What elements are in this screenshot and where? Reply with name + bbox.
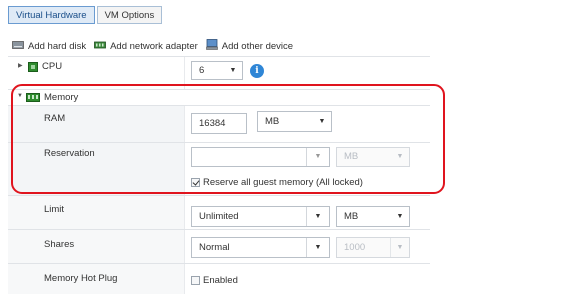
ram-label: RAM — [44, 113, 66, 124]
shares-amount-input[interactable]: 1000 ▼ — [336, 237, 410, 258]
add-hard-disk-button[interactable]: Add hard disk — [12, 40, 86, 53]
reservation-input[interactable]: ▼ — [191, 147, 330, 167]
add-network-adapter-button[interactable]: Add network adapter — [94, 40, 198, 53]
ram-unit-value: MB — [265, 116, 280, 127]
expand-triangle-down-icon[interactable]: ▼ — [17, 93, 23, 99]
reservation-unit-select[interactable]: MB ▼ — [336, 147, 410, 167]
add-hard-disk-label: Add hard disk — [28, 40, 87, 52]
chevron-down-icon: ▼ — [318, 118, 326, 125]
cpu-count-value: 6 — [199, 65, 205, 76]
tab-virtual-hardware[interactable]: Virtual Hardware — [8, 6, 95, 24]
reservation-value-cell: ▼ MB ▼ Reserve all guest memory (All loc… — [184, 143, 431, 195]
memory-hot-plug-row: Memory Hot Plug Enabled — [8, 263, 431, 294]
hot-plug-enabled-checkbox[interactable]: Enabled — [191, 275, 238, 286]
shares-value-cell: Normal ▼ 1000 ▼ — [184, 230, 431, 263]
memory-header-row: ▼ Memory — [8, 89, 430, 105]
reservation-row: Reservation ▼ MB ▼ Reserve all guest mem… — [8, 142, 431, 195]
limit-unit-value: MB — [344, 211, 359, 222]
memory-icon — [26, 93, 40, 105]
shares-row: Shares Normal ▼ 1000 ▼ — [8, 229, 431, 263]
limit-label: Limit — [44, 204, 65, 215]
reservation-unit-value: MB — [344, 151, 359, 162]
add-other-device-label: Add other device — [221, 40, 294, 52]
reserve-all-checkbox[interactable]: Reserve all guest memory (All locked) — [191, 177, 363, 188]
add-other-device-button[interactable]: Add other device — [205, 39, 294, 53]
checkbox-unchecked-icon — [191, 276, 200, 285]
expand-triangle-right-icon[interactable]: ▶ — [18, 62, 23, 69]
ram-size-input[interactable]: 16384 — [191, 113, 247, 134]
cpu-icon — [28, 62, 38, 75]
memory-label: Memory — [44, 92, 79, 103]
cpu-label: CPU — [42, 61, 63, 72]
ram-value-cell: 16384 MB ▼ — [184, 106, 431, 142]
tab-vm-options[interactable]: VM Options — [96, 6, 163, 24]
limit-input[interactable]: Unlimited ▼ — [191, 206, 330, 227]
ram-size-value: 16384 — [199, 118, 226, 129]
chevron-down-icon: ▼ — [306, 207, 329, 226]
add-network-adapter-label: Add network adapter — [110, 40, 198, 52]
reservation-label: Reservation — [44, 148, 95, 159]
chevron-down-icon: ▼ — [396, 153, 404, 160]
checkbox-checked-icon — [191, 178, 200, 187]
network-adapter-icon — [94, 40, 106, 53]
cpu-row: ▶ CPU 6 ▼ i — [8, 56, 431, 89]
shares-select[interactable]: Normal ▼ — [191, 237, 330, 258]
chevron-down-icon: ▼ — [306, 238, 329, 257]
info-icon[interactable]: i — [250, 64, 264, 78]
hot-plug-enabled-label: Enabled — [203, 275, 238, 286]
hardware-settings-grid: ▶ CPU 6 ▼ i ▼ Memory RAM 16384 MB ▼ Rese… — [8, 56, 431, 294]
chevron-down-icon: ▼ — [396, 213, 404, 220]
other-device-icon — [205, 39, 218, 53]
reserve-all-label: Reserve all guest memory (All locked) — [203, 177, 363, 188]
cpu-value-cell: 6 ▼ i — [184, 57, 431, 89]
limit-value-cell: Unlimited ▼ MB ▼ — [184, 196, 431, 229]
chevron-down-icon: ▼ — [306, 148, 329, 166]
ram-row: RAM 16384 MB ▼ — [8, 105, 431, 142]
limit-row: Limit Unlimited ▼ MB ▼ — [8, 195, 431, 229]
hot-plug-value-cell: Enabled — [184, 264, 431, 294]
hard-disk-icon — [12, 40, 24, 53]
shares-value: Normal — [199, 242, 230, 253]
cpu-count-select[interactable]: 6 ▼ — [191, 61, 243, 80]
memory-hot-plug-label: Memory Hot Plug — [44, 273, 118, 284]
tab-bar: Virtual Hardware VM Options — [8, 6, 164, 24]
device-toolbar: Add hard disk Add network adapter Add ot… — [12, 39, 301, 53]
limit-unit-select[interactable]: MB ▼ — [336, 206, 410, 227]
limit-value: Unlimited — [199, 211, 239, 222]
chevron-down-icon: ▼ — [390, 238, 409, 257]
shares-label: Shares — [44, 239, 75, 250]
ram-unit-select[interactable]: MB ▼ — [257, 111, 332, 132]
chevron-down-icon: ▼ — [229, 67, 237, 74]
shares-amount-value: 1000 — [344, 242, 366, 253]
